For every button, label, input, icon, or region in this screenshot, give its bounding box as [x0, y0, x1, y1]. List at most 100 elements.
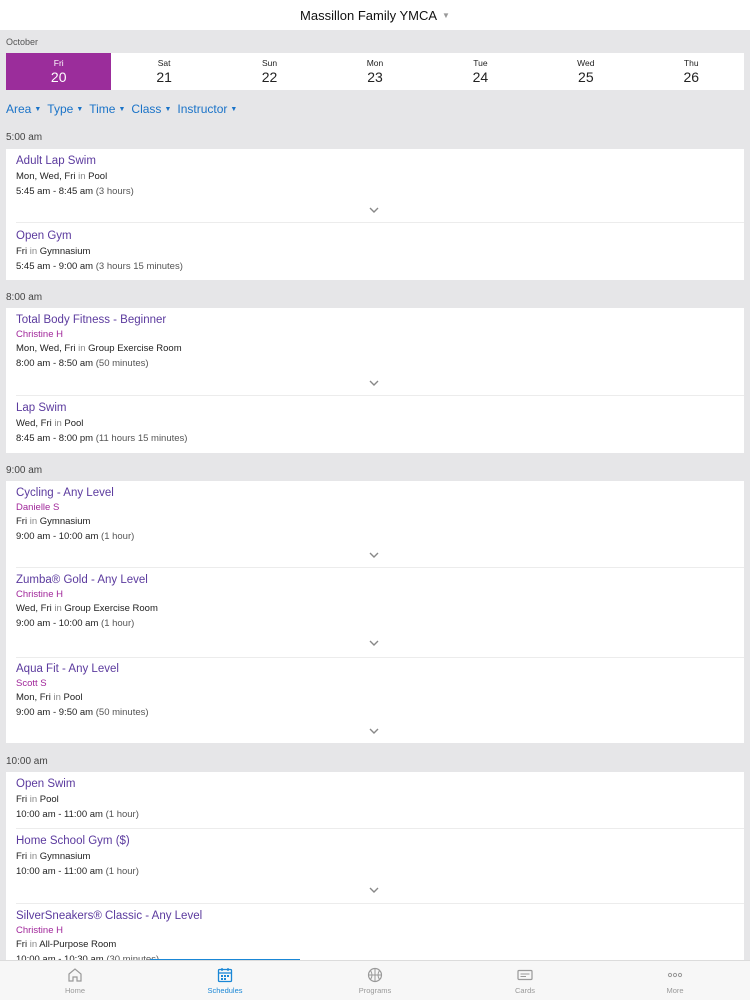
class-location: Fri in Gymnasium [16, 516, 91, 527]
day-wed[interactable]: Wed 25 [533, 53, 638, 90]
day-name: Thu [683, 57, 699, 68]
location-title: Massillon Family YMCA [300, 7, 438, 23]
day-mon[interactable]: Mon 23 [322, 53, 427, 90]
class-name: Home School Gym ($) [16, 835, 130, 847]
class-location: Wed, Fri in Pool [16, 418, 84, 429]
day-date: 24 [472, 68, 489, 85]
day-date: 21 [156, 68, 172, 85]
location-selector[interactable]: Massillon Family YMCA ▼ [0, 0, 750, 30]
chevron-down-icon[interactable] [368, 377, 380, 389]
filter-label: Type [47, 102, 74, 116]
time-group-card: Open Swim Fri in Pool 10:00 am - 11:00 a… [6, 772, 744, 965]
time-header: 5:00 am [6, 132, 43, 143]
day-name: Sat [157, 57, 171, 68]
class-item[interactable]: Zumba® Gold - Any Level Christine H Wed,… [16, 573, 158, 631]
day-fri[interactable]: Fri 20 [6, 53, 112, 90]
filter-label: Time [89, 102, 116, 116]
day-name: Sun [261, 57, 278, 68]
time-group-card: Total Body Fitness - Beginner Christine … [6, 308, 744, 453]
time-header: 8:00 am [6, 292, 43, 303]
time-group-card: Cycling - Any Level Danielle S Fri in Gy… [6, 481, 744, 743]
class-item[interactable]: Open Gym Fri in Gymnasium 5:45 am - 9:00… [16, 229, 183, 274]
card-icon [517, 969, 533, 981]
divider [16, 567, 744, 568]
class-item[interactable]: Adult Lap Swim Mon, Wed, Fri in Pool 5:4… [16, 154, 134, 199]
chevron-down-icon[interactable] [368, 204, 380, 216]
divider [16, 395, 744, 396]
filter-instructor[interactable]: Instructor ▼ [177, 102, 237, 116]
day-tue[interactable]: Tue 24 [428, 53, 533, 90]
time-header: 9:00 am [6, 465, 43, 476]
day-name: Mon [366, 57, 384, 68]
class-item[interactable]: Cycling - Any Level Danielle S Fri in Gy… [16, 486, 134, 544]
filter-label: Area [6, 102, 32, 116]
day-date: 22 [261, 68, 278, 85]
tab-more[interactable]: More [600, 961, 750, 1000]
class-item[interactable]: Total Body Fitness - Beginner Christine … [16, 313, 182, 371]
day-name: Fri [53, 57, 64, 68]
chevron-down-icon[interactable] [368, 884, 380, 896]
class-location: Mon, Wed, Fri in Pool [16, 171, 108, 182]
class-time: 10:00 am - 11:00 am (1 hour) [16, 866, 139, 877]
home-icon [68, 968, 82, 982]
tab-bar: Home Schedules Programs Cards More [0, 960, 750, 1000]
chevron-down-icon: ▼ [34, 105, 42, 113]
class-location: Mon, Fri in Pool [16, 692, 83, 703]
chevron-down-icon: ▼ [230, 105, 238, 113]
class-location: Fri in Gymnasium [16, 246, 91, 257]
chevron-down-icon[interactable] [368, 549, 380, 561]
class-name: Open Gym [16, 230, 72, 242]
class-instructor: Scott S [16, 678, 47, 689]
class-name: Total Body Fitness - Beginner [16, 314, 167, 326]
time-group-card: Adult Lap Swim Mon, Wed, Fri in Pool 5:4… [6, 149, 744, 280]
class-time: 10:00 am - 11:00 am (1 hour) [16, 809, 139, 820]
class-item[interactable]: Lap Swim Wed, Fri in Pool 8:45 am - 8:00… [16, 401, 187, 446]
chevron-down-icon: ▼ [76, 105, 84, 113]
class-time: 9:00 am - 10:00 am (1 hour) [16, 618, 135, 629]
filter-class[interactable]: Class ▼ [131, 102, 171, 116]
day-date: 20 [50, 68, 67, 85]
tab-programs[interactable]: Programs [300, 961, 450, 1000]
class-time: 9:00 am - 10:00 am (1 hour) [16, 531, 135, 542]
class-time: 5:45 am - 8:45 am (3 hours) [16, 186, 134, 197]
class-name: Aqua Fit - Any Level [16, 663, 119, 675]
tab-label: Cards [514, 986, 535, 995]
day-thu[interactable]: Thu 26 [639, 53, 744, 90]
calendar-icon [217, 968, 233, 983]
tab-cards[interactable]: Cards [450, 961, 600, 1000]
class-name: Adult Lap Swim [16, 155, 96, 167]
month-label: October [6, 37, 39, 47]
filter-label: Class [131, 102, 162, 116]
class-item[interactable]: Aqua Fit - Any Level Scott S Mon, Fri in… [16, 662, 149, 720]
class-item[interactable]: Home School Gym ($) Fri in Gymnasium 10:… [16, 834, 139, 879]
day-sun[interactable]: Sun 22 [217, 53, 322, 90]
filter-area[interactable]: Area ▼ [6, 102, 41, 116]
class-location: Fri in Pool [16, 794, 59, 805]
chevron-down-icon: ▼ [164, 105, 172, 113]
class-instructor: Christine H [16, 925, 63, 936]
class-location: Fri in All-Purpose Room [16, 939, 117, 950]
divider [16, 903, 744, 904]
class-name: Cycling - Any Level [16, 487, 114, 499]
class-location: Wed, Fri in Group Exercise Room [16, 603, 158, 614]
day-date: 25 [578, 68, 594, 85]
filter-time[interactable]: Time ▼ [89, 102, 125, 116]
tab-label: Home [64, 986, 85, 995]
class-name: Lap Swim [16, 402, 67, 414]
tab-home[interactable]: Home [0, 961, 150, 1000]
day-sat[interactable]: Sat 21 [111, 53, 216, 90]
divider [16, 828, 744, 829]
day-name: Tue [473, 57, 488, 68]
class-time: 8:00 am - 8:50 am (50 minutes) [16, 358, 149, 369]
chevron-down-icon[interactable] [368, 725, 380, 737]
chevron-down-icon[interactable] [368, 637, 380, 649]
class-name: SilverSneakers® Classic - Any Level [16, 910, 203, 922]
time-header: 10:00 am [6, 756, 48, 767]
tab-schedules[interactable]: Schedules [150, 961, 300, 1000]
class-location: Mon, Wed, Fri in Group Exercise Room [16, 343, 182, 354]
class-item[interactable]: Open Swim Fri in Pool 10:00 am - 11:00 a… [16, 777, 139, 822]
class-instructor: Christine H [16, 329, 63, 340]
filter-type[interactable]: Type ▼ [47, 102, 83, 116]
class-location: Fri in Gymnasium [16, 851, 91, 862]
day-selector: Fri 20 Sat 21 Sun 22 Mon 23 Tue 24 Wed 2… [6, 53, 744, 90]
